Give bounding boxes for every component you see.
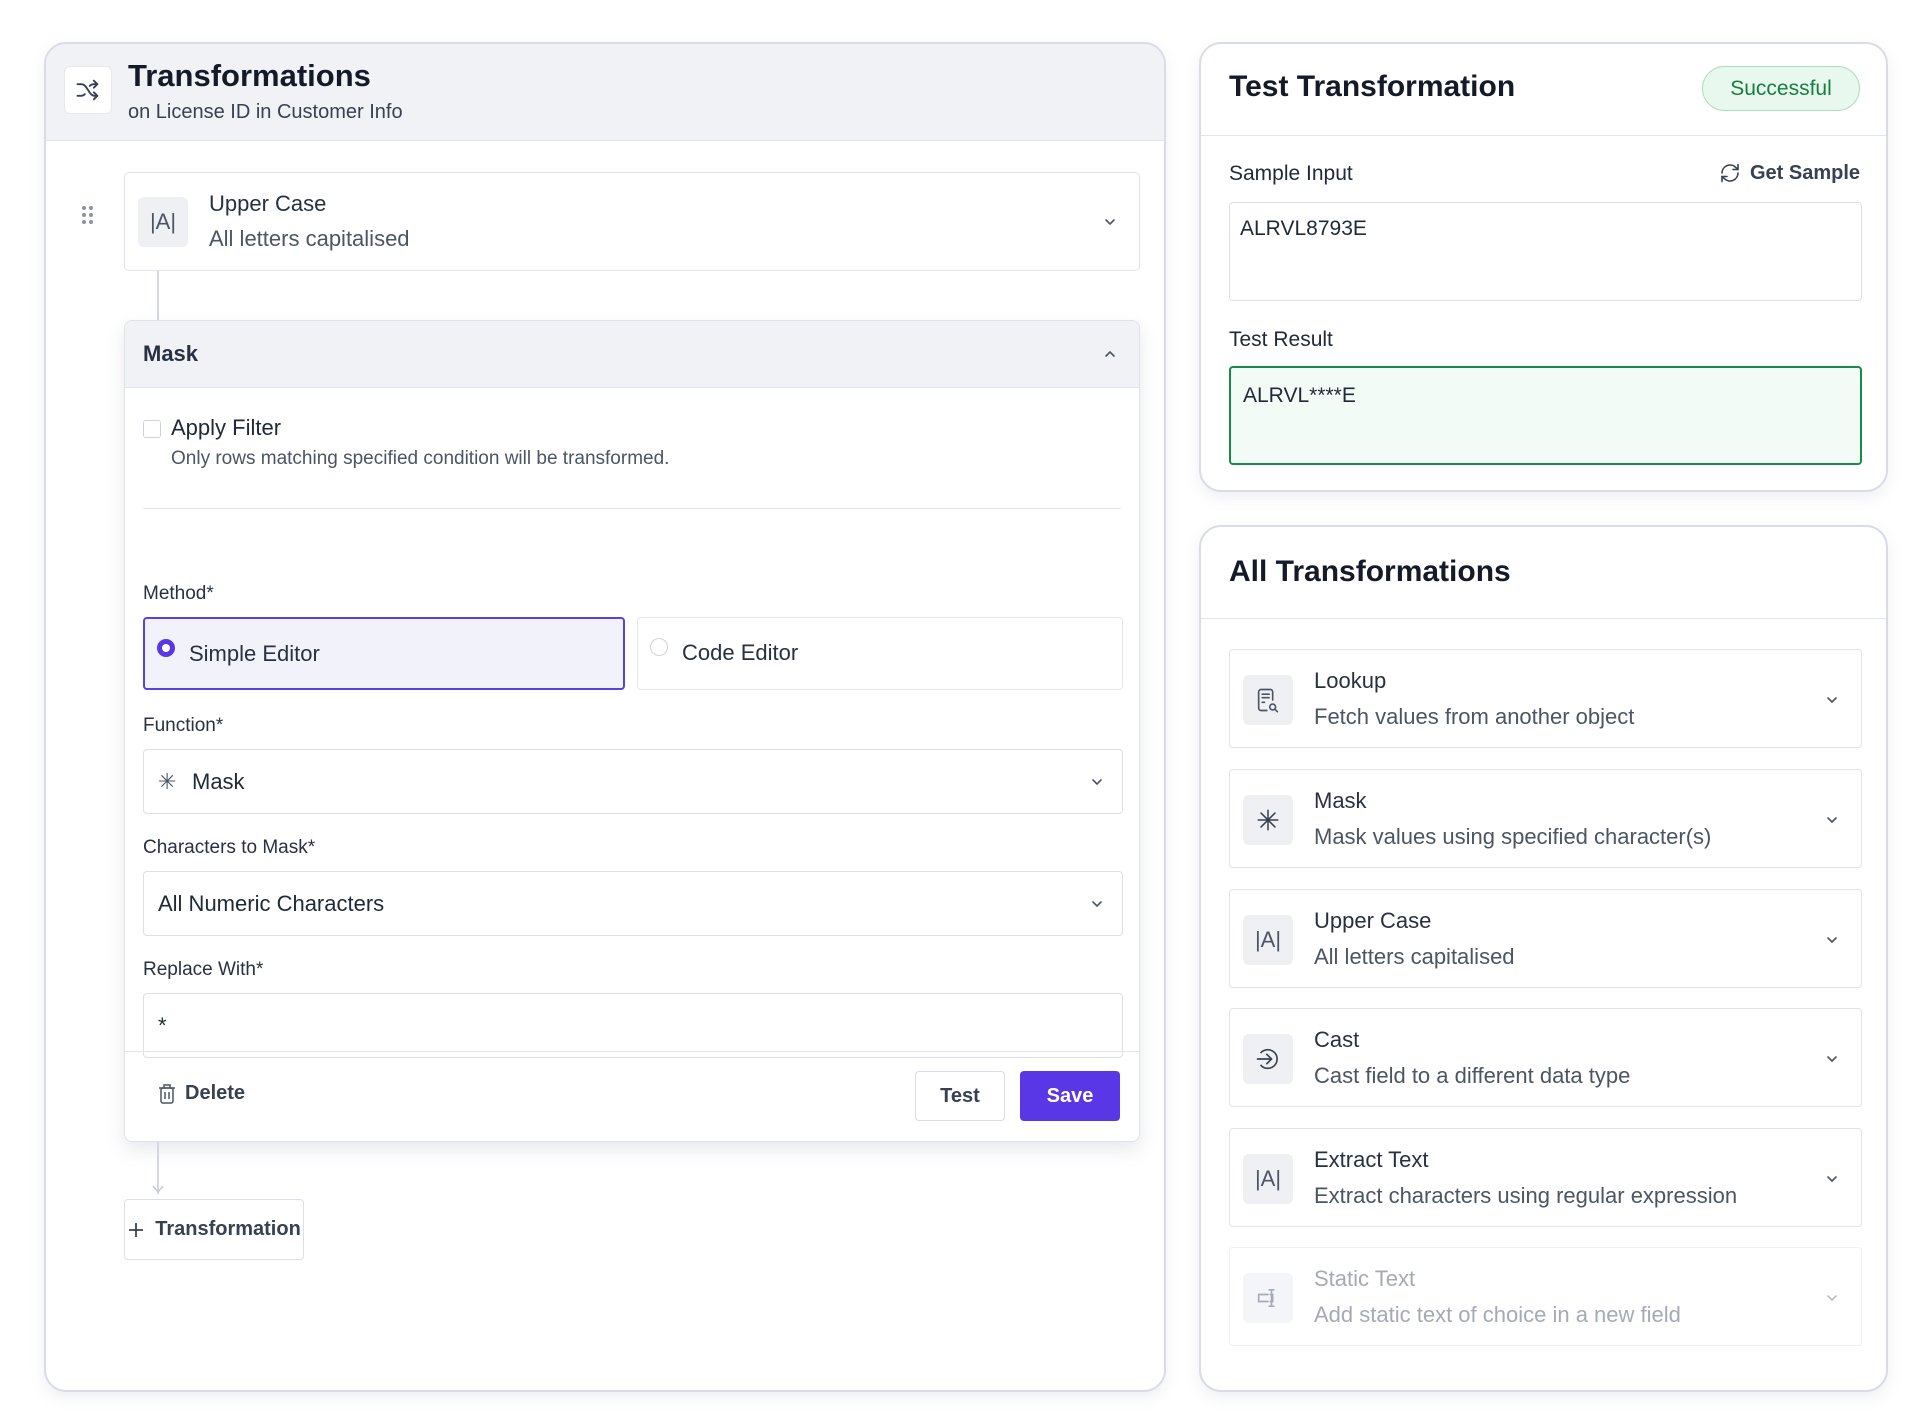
arrow-down-icon <box>152 1185 164 1194</box>
transformation-item-lookup[interactable]: Lookup Fetch values from another object <box>1229 649 1862 748</box>
radio-selected-icon <box>157 639 175 657</box>
divider <box>1201 135 1886 136</box>
function-select[interactable]: ✳ Mask <box>143 749 1123 814</box>
lookup-icon <box>1243 675 1293 725</box>
test-result-output: ALRVL****E <box>1229 366 1862 465</box>
get-sample-button[interactable]: Get Sample <box>1718 161 1860 185</box>
all-transformations-panel: All Transformations Lookup Fetch values … <box>1199 525 1888 1392</box>
status-badge: Successful <box>1702 66 1860 111</box>
test-result-label: Test Result <box>1229 328 1333 351</box>
radio-label: Simple Editor <box>189 641 320 666</box>
drag-handle-icon[interactable] <box>82 206 96 226</box>
function-value: Mask <box>192 769 245 794</box>
characters-to-mask-select[interactable]: All Numeric Characters <box>143 871 1123 936</box>
chevron-down-icon[interactable] <box>1825 1291 1839 1305</box>
replace-with-label: Replace With* <box>143 959 264 980</box>
shuffle-icon <box>64 66 112 114</box>
apply-filter-help: Only rows matching specified condition w… <box>171 448 670 469</box>
replace-with-input[interactable]: * <box>143 993 1123 1058</box>
transformation-title: Upper Case <box>209 191 327 216</box>
test-button[interactable]: Test <box>915 1071 1005 1121</box>
trash-icon <box>159 1083 175 1104</box>
chevron-down-icon[interactable] <box>1825 693 1839 707</box>
mask-editor-footer: Delete Test Save <box>125 1051 1139 1141</box>
chevron-down-icon[interactable] <box>1825 813 1839 827</box>
chevron-up-icon[interactable] <box>1103 347 1117 361</box>
item-title: Static Text <box>1314 1266 1416 1291</box>
asterisk-icon <box>1243 795 1293 845</box>
item-title: Cast <box>1314 1027 1360 1052</box>
transformation-item-mask[interactable]: Mask Mask values using specified charact… <box>1229 769 1862 868</box>
add-transformation-button[interactable]: Transformation <box>124 1199 304 1260</box>
mask-editor-title: Mask <box>143 341 199 366</box>
chevron-down-icon[interactable] <box>1103 215 1117 229</box>
get-sample-label: Get Sample <box>1749 161 1860 184</box>
text-case-icon: |A| <box>1243 915 1293 965</box>
text-case-icon: |A| <box>1243 1154 1293 1204</box>
add-transformation-label: Transformation <box>155 1218 301 1240</box>
transformation-item-cast[interactable]: Cast Cast field to a different data type <box>1229 1008 1862 1107</box>
delete-label: Delete <box>185 1082 246 1104</box>
characters-to-mask-value: All Numeric Characters <box>158 891 385 916</box>
divider <box>143 508 1121 509</box>
item-description: Cast field to a different data type <box>1314 1063 1631 1088</box>
item-title: Mask <box>1314 788 1367 813</box>
sample-input-value: ALRVL8793E <box>1240 217 1367 240</box>
test-panel-title: Test Transformation <box>1229 70 1516 103</box>
all-transformations-title: All Transformations <box>1229 555 1511 588</box>
sample-input-label: Sample Input <box>1229 162 1353 185</box>
transformations-panel: Transformations on License ID in Custome… <box>44 42 1166 1392</box>
transformation-item-extract-text[interactable]: |A| Extract Text Extract characters usin… <box>1229 1128 1862 1227</box>
item-description: All letters capitalised <box>1314 944 1515 969</box>
asterisk-icon: ✳ <box>158 769 177 794</box>
method-simple-editor-radio[interactable]: Simple Editor <box>143 617 625 690</box>
chevron-down-icon[interactable] <box>1825 933 1839 947</box>
test-result-value: ALRVL****E <box>1243 384 1356 407</box>
refresh-icon <box>1721 163 1739 183</box>
test-transformation-panel: Test Transformation Successful Sample In… <box>1199 42 1888 492</box>
function-label: Function* <box>143 715 224 736</box>
save-button[interactable]: Save <box>1020 1071 1120 1121</box>
page-title: Transformations <box>128 58 371 93</box>
apply-filter-label: Apply Filter <box>171 415 282 440</box>
text-case-icon: |A| <box>138 197 188 247</box>
divider <box>1201 618 1886 619</box>
item-title: Lookup <box>1314 668 1387 693</box>
item-description: Mask values using specified character(s) <box>1314 824 1712 849</box>
sample-input-textarea[interactable]: ALRVL8793E <box>1229 202 1862 301</box>
apply-filter-checkbox[interactable] <box>143 420 161 438</box>
item-description: Fetch values from another object <box>1314 704 1635 729</box>
plus-icon <box>129 1222 144 1237</box>
transformation-item-upper-case[interactable]: |A| Upper Case All letters capitalised <box>1229 889 1862 988</box>
radio-unselected-icon <box>650 638 668 656</box>
transformation-item-static-text[interactable]: Static Text Add static text of choice in… <box>1229 1247 1862 1346</box>
replace-with-value: * <box>158 1013 167 1038</box>
applied-transformation-upper-case[interactable]: |A| Upper Case All letters capitalised <box>124 172 1140 271</box>
method-code-editor-radio[interactable]: Code Editor <box>637 617 1123 690</box>
mask-editor-card: Mask Apply Filter Only rows matching spe… <box>124 320 1140 1142</box>
method-label: Method* <box>143 583 214 604</box>
transformations-header: Transformations on License ID in Custome… <box>46 44 1164 141</box>
radio-label: Code Editor <box>682 640 799 665</box>
chevron-down-icon[interactable] <box>1825 1052 1839 1066</box>
flow-connector <box>157 271 159 320</box>
item-description: Add static text of choice in a new field <box>1314 1302 1681 1327</box>
chevron-down-icon <box>1092 779 1102 786</box>
static-text-icon <box>1243 1273 1293 1323</box>
page-subtitle: on License ID in Customer Info <box>128 101 403 123</box>
delete-button[interactable]: Delete <box>157 1082 245 1105</box>
item-title: Extract Text <box>1314 1147 1429 1172</box>
chevron-down-icon <box>1092 901 1102 908</box>
mask-editor-header[interactable]: Mask <box>125 321 1139 388</box>
item-description: Extract characters using regular express… <box>1314 1183 1738 1208</box>
chevron-down-icon[interactable] <box>1825 1172 1839 1186</box>
cast-icon <box>1243 1034 1293 1084</box>
item-title: Upper Case <box>1314 908 1432 933</box>
characters-to-mask-label: Characters to Mask* <box>143 837 316 858</box>
transformation-description: All letters capitalised <box>209 226 410 251</box>
